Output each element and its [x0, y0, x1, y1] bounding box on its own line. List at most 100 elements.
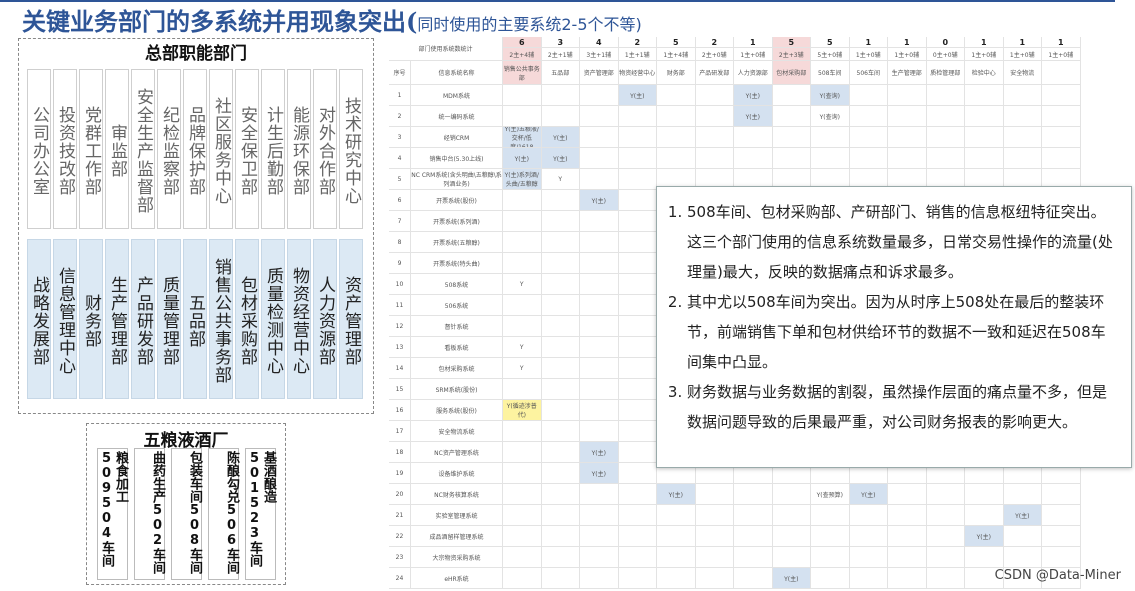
row-cell: [580, 547, 619, 568]
row-cell: [965, 127, 1004, 148]
row-cell: [926, 148, 965, 169]
row-seq: 3: [389, 127, 411, 148]
row-cell: [965, 505, 1004, 526]
row-cell: [695, 106, 734, 127]
count-cell: 0: [926, 37, 965, 48]
usage-mark: Y: [503, 274, 542, 295]
row-cell: [1042, 85, 1081, 106]
row-cell: [1042, 547, 1081, 568]
row-cell: [503, 190, 542, 211]
count-cell: 5: [657, 37, 696, 48]
row-cell: [772, 106, 811, 127]
insight-list: 508车间、包材采购部、产研部门、销售的信息枢纽特征突出。这三个部门使用的信息系…: [657, 187, 1131, 437]
count-cell: 2: [618, 37, 657, 48]
row-cell: [618, 547, 657, 568]
hq-panel-title: 总部职能部门: [145, 44, 247, 64]
row-system-name: 成品酒留样管理系统: [411, 526, 503, 547]
row-cell: [926, 568, 965, 589]
row-system-name: NC财务核算系统: [411, 484, 503, 505]
row-cell: [503, 568, 542, 589]
row-cell: [503, 211, 542, 232]
hq-dept-cell: 社区服务中心: [209, 69, 233, 229]
row-cell: [618, 190, 657, 211]
row-cell: [618, 358, 657, 379]
row-cell: [1003, 484, 1042, 505]
usage-mark: Y(主): [772, 568, 811, 589]
row-cell: [618, 106, 657, 127]
hq-dept-cell: 计生后勤部: [261, 69, 285, 229]
row-cell: [580, 169, 619, 190]
insight-item: 508车间、包材采购部、产研部门、销售的信息枢纽特征突出。这三个部门使用的信息系…: [687, 197, 1117, 287]
row-seq: 17: [389, 421, 411, 442]
dept-header: 检验中心: [965, 61, 1004, 85]
hq-dept-cell: 品牌保护部: [183, 69, 207, 229]
row-cell: [1003, 547, 1042, 568]
row-seq: 5: [389, 169, 411, 190]
row-seq: 15: [389, 379, 411, 400]
row-cell: [888, 547, 927, 568]
count-detail: 1主+1辅: [618, 48, 657, 61]
hq-dept-cell-highlight: 销售公共事务部: [209, 239, 233, 399]
row-cell: [734, 526, 773, 547]
count-detail: 1主+0辅: [849, 48, 888, 61]
row-seq: 18: [389, 442, 411, 463]
row-cell: [926, 106, 965, 127]
row-cell: [618, 379, 657, 400]
count-detail: 2主+3辅: [772, 48, 811, 61]
row-cell: [541, 568, 580, 589]
row-cell: [657, 85, 696, 106]
row-cell: [1003, 127, 1042, 148]
watermark: CSDN @Data-Miner: [994, 568, 1121, 583]
row-system-name: 508系统: [411, 274, 503, 295]
row-seq: 13: [389, 337, 411, 358]
hq-dept-cell-highlight: 产品研发部: [131, 239, 155, 399]
row-cell: [926, 85, 965, 106]
row-cell: [618, 232, 657, 253]
dept-header: 质检管理部: [926, 61, 965, 85]
count-detail: 1主+4辅: [657, 48, 696, 61]
row-cell: [503, 232, 542, 253]
usage-mark: Y(主): [580, 442, 619, 463]
row-system-name: 服务系统(股份): [411, 400, 503, 421]
row-seq: 12: [389, 316, 411, 337]
row-cell: [618, 463, 657, 484]
row-cell: [926, 526, 965, 547]
usage-mark: Y(查询): [811, 85, 850, 106]
row-cell: [695, 526, 734, 547]
row-cell: [541, 484, 580, 505]
count-detail: 0主+0辅: [926, 48, 965, 61]
row-system-name: NC资产管理系统: [411, 442, 503, 463]
row-system-name: 大宗物资采购系统: [411, 547, 503, 568]
usage-mark: Y: [503, 358, 542, 379]
dept-header: 产品研发部: [695, 61, 734, 85]
count-cell: 1: [849, 37, 888, 48]
row-cell: [503, 505, 542, 526]
insight-callout: 508车间、包材采购部、产研部门、销售的信息枢纽特征突出。这三个部门使用的信息系…: [656, 186, 1132, 468]
row-cell: [580, 85, 619, 106]
row-cell: [888, 568, 927, 589]
hq-dept-cell: 能源环保部: [287, 69, 311, 229]
usage-mark: Y(主): [734, 85, 773, 106]
row-seq: 21: [389, 505, 411, 526]
row-system-name: 安全物流系统: [411, 421, 503, 442]
row-cell: [849, 547, 888, 568]
row-cell: [503, 379, 542, 400]
row-cell: [580, 274, 619, 295]
row-cell: [1003, 85, 1042, 106]
row-cell: [657, 505, 696, 526]
plant-unit: 粮食加工509504车间: [97, 448, 128, 580]
row-cell: [618, 295, 657, 316]
row-system-name: 看板系统: [411, 337, 503, 358]
row-cell: [657, 568, 696, 589]
hq-dept-cell-highlight: 信息管理中心: [53, 239, 77, 399]
row-system-name: 开票系统(五粮醇): [411, 232, 503, 253]
dept-header: 508车间: [811, 61, 850, 85]
row-cell: [1042, 484, 1081, 505]
row-cell: [541, 463, 580, 484]
hq-dept-cell-highlight: 战略发展部: [27, 239, 51, 399]
row-cell: [541, 442, 580, 463]
hq-dept-cell: 安全保卫部: [235, 69, 259, 229]
row-cell: [580, 127, 619, 148]
insight-item: 财务数据与业务数据的割裂，虽然操作层面的痛点量不多，但是数据问题导致的后果最严重…: [687, 377, 1117, 437]
row-seq: 24: [389, 568, 411, 589]
